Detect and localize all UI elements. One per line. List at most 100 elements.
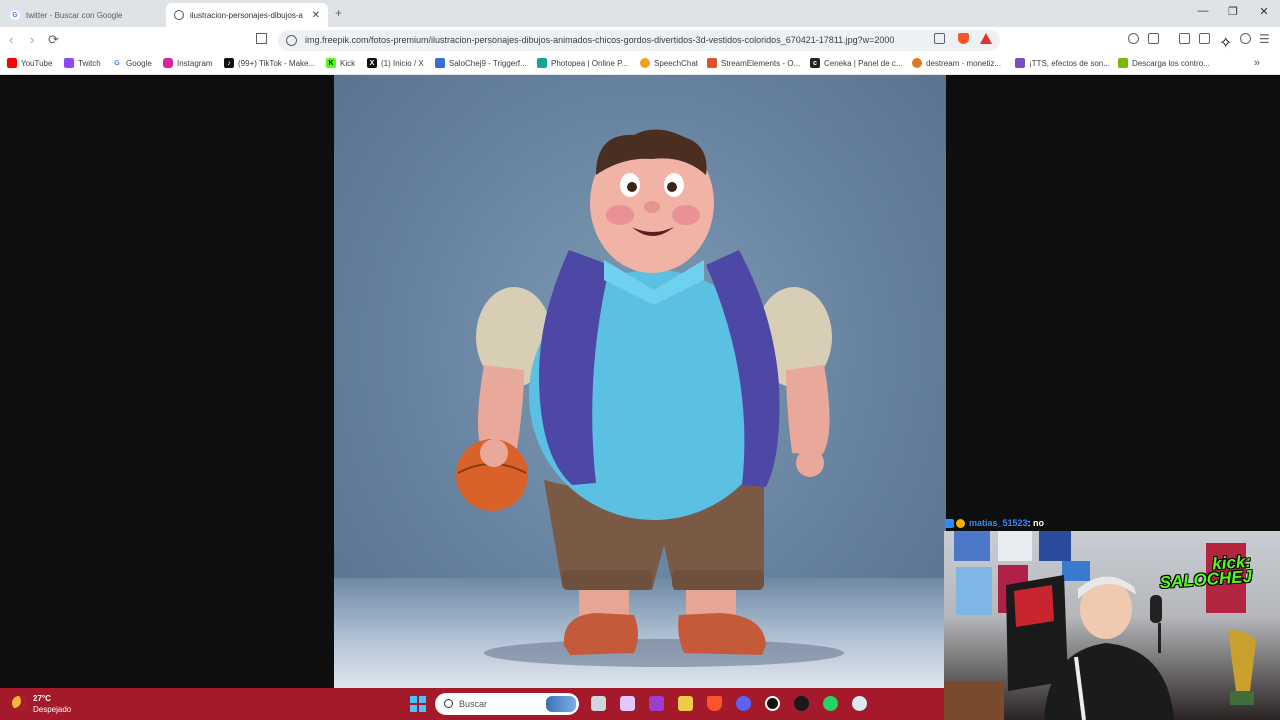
bookmark-youtube[interactable]: YouTube <box>7 58 52 68</box>
bookmark-label: (1) Inicio / X <box>381 58 424 68</box>
tab-label: twitter - Buscar con Google <box>26 10 123 20</box>
search-placeholder: Buscar <box>459 699 488 709</box>
brave-shields-icon[interactable] <box>958 33 969 44</box>
wallet-icon[interactable] <box>1148 33 1159 44</box>
brave-rewards-icon[interactable] <box>980 33 992 44</box>
store-icon[interactable] <box>620 696 635 711</box>
back-button[interactable]: ‹ <box>9 32 13 47</box>
forward-button[interactable]: › <box>30 32 34 47</box>
bookmark-label: destream - monetiz... <box>926 58 1002 68</box>
chat-text: : no <box>1027 518 1045 528</box>
tab-strip: G twitter - Buscar con Google ilustracio… <box>0 0 1280 27</box>
instagram-icon <box>163 58 173 68</box>
weather-temperature[interactable]: 27°C <box>33 694 51 703</box>
tab-twitter-search[interactable]: G twitter - Buscar con Google <box>2 3 162 27</box>
site-info-icon[interactable] <box>286 35 297 46</box>
close-tab-icon[interactable]: ✕ <box>312 10 320 21</box>
search-icon <box>444 699 453 708</box>
bookmark-label: Twitch <box>78 58 101 68</box>
webcam-overlay: kick: SALOCHEJ <box>944 531 1280 720</box>
bookmark-ceneka[interactable]: c Ceneka | Panel de c... <box>810 58 903 68</box>
bookmark-triggerfyre[interactable]: SaloChej9 - Triggerf... <box>435 58 527 68</box>
x-icon: X <box>367 58 377 68</box>
bookmark-label: Google <box>126 58 152 68</box>
tts-icon <box>1015 58 1025 68</box>
windows-taskbar: 27°C Despejado Buscar <box>0 688 944 720</box>
bookmark-photopea[interactable]: Photopea | Online P... <box>537 58 628 68</box>
bookmark-twitch[interactable]: Twitch <box>64 58 101 68</box>
twitch-icon <box>64 58 74 68</box>
tab-freepik-image[interactable]: ilustracion-personajes-dibujos-a ✕ <box>166 3 328 27</box>
leo-ai-icon[interactable]: ✧ <box>1219 33 1232 52</box>
bookmark-label: (99+) TikTok - Make... <box>238 58 316 68</box>
bookmark-label: SpeechChat <box>654 58 699 68</box>
brave-browser-icon[interactable] <box>707 696 722 711</box>
close-window-button[interactable]: ✕ <box>1257 5 1271 18</box>
bookmark-nvidia[interactable]: Descarga los contro... <box>1118 58 1210 68</box>
globe-icon <box>174 10 184 20</box>
bookmark-tts[interactable]: ¡TTS, efectos de son... <box>1015 58 1110 68</box>
whatsapp-icon[interactable] <box>823 696 838 711</box>
moon-icon[interactable] <box>12 696 26 710</box>
steam-icon[interactable] <box>794 696 809 711</box>
restore-button[interactable]: ❐ <box>1226 5 1240 18</box>
bookmark-destream[interactable]: destream - monetiz... <box>912 58 1001 68</box>
url-text: img.freepik.com/fotos-premium/ilustracio… <box>305 35 895 45</box>
menu-icon[interactable]: ☰ <box>1259 32 1270 46</box>
google-icon: G <box>10 10 20 20</box>
nvidia-icon <box>1118 58 1128 68</box>
bookmark-x[interactable]: X (1) Inicio / X <box>367 58 424 68</box>
streamelements-icon <box>707 58 717 68</box>
file-explorer-icon[interactable] <box>678 696 693 711</box>
weather-description[interactable]: Despejado <box>33 705 71 714</box>
bookmark-streamelements[interactable]: StreamElements - O... <box>707 58 800 68</box>
task-view-icon[interactable] <box>591 696 606 711</box>
sidebar-icon[interactable] <box>1179 33 1190 44</box>
discord-icon[interactable] <box>736 696 751 711</box>
vpn-icon[interactable] <box>1240 33 1251 44</box>
google-icon: G <box>112 58 122 68</box>
bookmark-speechchat[interactable]: SpeechChat <box>640 58 698 68</box>
address-bar[interactable]: img.freepik.com/fotos-premium/ilustracio… <box>278 30 1000 51</box>
more-bookmarks-icon[interactable]: » <box>1254 57 1260 69</box>
browser-toolbar: ‹ › ⟳ img.freepik.com/fotos-premium/ilus… <box>0 27 1280 54</box>
new-tab-button[interactable]: + <box>335 6 342 20</box>
bookmark-page-icon[interactable] <box>256 33 267 44</box>
reload-button[interactable]: ⟳ <box>48 32 59 48</box>
speechchat-icon <box>640 58 650 68</box>
screen: G twitter - Buscar con Google ilustracio… <box>0 0 1280 720</box>
tab-label: ilustracion-personajes-dibujos-a <box>190 10 303 20</box>
cartoon-boy-image[interactable] <box>334 75 946 688</box>
bookmark-instagram[interactable]: Instagram <box>163 58 213 68</box>
ceneka-icon: c <box>810 58 820 68</box>
tabs-search-icon[interactable] <box>1199 33 1210 44</box>
bookmark-label: StreamElements - O... <box>721 58 801 68</box>
obs-icon[interactable] <box>765 696 780 711</box>
chat-message: matias_51523 : no <box>945 516 1044 530</box>
app-icon[interactable] <box>649 696 664 711</box>
bookmarks-bar: YouTube Twitch G Google Instagram ♪ (99+) … <box>0 54 1280 75</box>
bookmark-label: Instagram <box>177 58 213 68</box>
extensions-icon[interactable] <box>1128 33 1139 44</box>
kick-icon: K <box>326 58 336 68</box>
bookmark-label: ¡TTS, efectos de son... <box>1029 58 1110 68</box>
minimize-button[interactable]: — <box>1196 5 1210 17</box>
destream-icon <box>912 58 922 68</box>
triggerfyre-icon <box>435 58 445 68</box>
bookmark-kick[interactable]: K Kick <box>326 58 355 68</box>
taskbar-search-box[interactable]: Buscar <box>435 693 579 715</box>
bookmark-label: SaloChej9 - Triggerf... <box>449 58 527 68</box>
share-icon[interactable] <box>934 33 945 44</box>
settings-icon[interactable] <box>852 696 867 711</box>
chat-badge-icon <box>956 518 965 528</box>
bookmark-label: Photopea | Online P... <box>551 58 629 68</box>
cartoon-boy-illustration <box>456 129 844 667</box>
bookmark-google[interactable]: G Google <box>112 58 152 68</box>
tiktok-icon: ♪ <box>224 58 234 68</box>
bookmark-tiktok[interactable]: ♪ (99+) TikTok - Make... <box>224 58 315 68</box>
bookmark-label: Descarga los contro... <box>1132 58 1210 68</box>
chat-badge-icon <box>945 518 954 528</box>
bookmark-label: Ceneka | Panel de c... <box>824 58 903 68</box>
bookmark-label: Kick <box>340 58 356 68</box>
windows-start-icon[interactable] <box>410 696 426 712</box>
